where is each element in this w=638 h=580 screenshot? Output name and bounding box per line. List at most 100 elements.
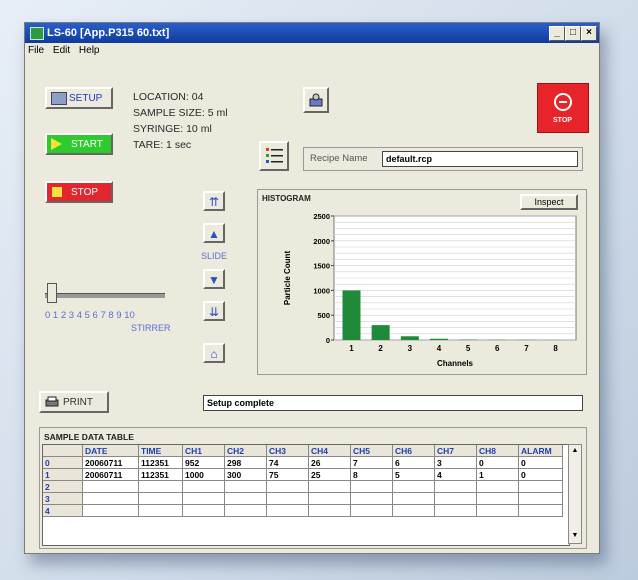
column-header[interactable]: CH4	[309, 445, 351, 457]
table-cell[interactable]: 8	[351, 469, 393, 481]
table-cell[interactable]: 20060711	[83, 457, 139, 469]
table-cell[interactable]	[351, 505, 393, 517]
table-cell[interactable]: 4	[435, 469, 477, 481]
table-cell[interactable]: 25	[309, 469, 351, 481]
table-cell[interactable]: 0	[477, 457, 519, 469]
table-cell[interactable]: 1000	[183, 469, 225, 481]
table-cell[interactable]: 7	[351, 457, 393, 469]
table-cell[interactable]	[519, 493, 563, 505]
table-cell[interactable]	[393, 481, 435, 493]
close-button[interactable]: ×	[581, 26, 597, 41]
stop-button[interactable]: STOP	[45, 181, 113, 203]
slide-down-button[interactable]: ▼	[203, 269, 225, 289]
slide-up-button[interactable]: ▲	[203, 223, 225, 243]
column-header[interactable]: CH6	[393, 445, 435, 457]
table-cell[interactable]	[267, 505, 309, 517]
scroll-up-icon[interactable]: ▲	[570, 446, 580, 456]
table-cell[interactable]	[225, 505, 267, 517]
start-button[interactable]: START	[45, 133, 113, 155]
column-header[interactable]: DATE	[83, 445, 139, 457]
maximize-button[interactable]: □	[565, 26, 581, 41]
table-cell[interactable]: 952	[183, 457, 225, 469]
table-cell[interactable]	[351, 493, 393, 505]
column-header[interactable]: TIME	[139, 445, 183, 457]
row-header[interactable]: 2	[43, 481, 83, 493]
table-corner[interactable]	[43, 445, 83, 457]
table-cell[interactable]	[477, 481, 519, 493]
table-cell[interactable]: 1	[477, 469, 519, 481]
table-cell[interactable]: 3	[435, 457, 477, 469]
table-cell[interactable]	[393, 493, 435, 505]
table-cell[interactable]	[83, 505, 139, 517]
table-cell[interactable]	[83, 481, 139, 493]
emergency-stop-button[interactable]: STOP	[537, 83, 589, 133]
table-scrollbar[interactable]: ▲ ▼	[568, 444, 582, 544]
column-header[interactable]: CH3	[267, 445, 309, 457]
slide-home-button[interactable]: ⌂	[203, 343, 225, 363]
table-cell[interactable]: 6	[393, 457, 435, 469]
table-cell[interactable]	[267, 493, 309, 505]
slide-bottom-button[interactable]: ⇊	[203, 301, 225, 321]
row-header[interactable]: 0	[43, 457, 83, 469]
column-header[interactable]: CH8	[477, 445, 519, 457]
column-header[interactable]: CH2	[225, 445, 267, 457]
table-cell[interactable]	[83, 493, 139, 505]
row-header[interactable]: 4	[43, 505, 83, 517]
settings-button[interactable]	[303, 87, 329, 113]
print-button[interactable]: PRINT	[39, 391, 109, 413]
table-cell[interactable]	[267, 481, 309, 493]
table-cell[interactable]: 112351	[139, 469, 183, 481]
table-cell[interactable]: 5	[393, 469, 435, 481]
table-cell[interactable]	[225, 481, 267, 493]
table-cell[interactable]	[139, 505, 183, 517]
title-bar[interactable]: LS-60 [App.P315 60.txt] _ □ ×	[25, 23, 599, 43]
table-cell[interactable]	[139, 493, 183, 505]
double-up-arrow-icon: ⇈	[208, 195, 220, 209]
menu-edit[interactable]: Edit	[53, 45, 70, 56]
table-cell[interactable]	[477, 493, 519, 505]
row-header[interactable]: 3	[43, 493, 83, 505]
table-cell[interactable]	[183, 505, 225, 517]
table-cell[interactable]	[309, 481, 351, 493]
recipe-list-button[interactable]	[259, 141, 289, 171]
table-cell[interactable]	[477, 505, 519, 517]
table-cell[interactable]	[183, 493, 225, 505]
stirrer-slider-handle[interactable]	[47, 283, 57, 303]
table-cell[interactable]	[435, 493, 477, 505]
column-header[interactable]: CH7	[435, 445, 477, 457]
minimize-button[interactable]: _	[549, 26, 565, 41]
table-cell[interactable]: 26	[309, 457, 351, 469]
menu-help[interactable]: Help	[79, 45, 100, 56]
table-cell[interactable]: 300	[225, 469, 267, 481]
row-header[interactable]: 1	[43, 469, 83, 481]
table-cell[interactable]: 298	[225, 457, 267, 469]
column-header[interactable]: CH1	[183, 445, 225, 457]
table-cell[interactable]	[519, 481, 563, 493]
x-tick-label: 4	[437, 344, 442, 353]
slide-top-button[interactable]: ⇈	[203, 191, 225, 211]
column-header[interactable]: ALARM	[519, 445, 563, 457]
table-cell[interactable]: 20060711	[83, 469, 139, 481]
table-cell[interactable]	[139, 481, 183, 493]
table-cell[interactable]	[393, 505, 435, 517]
table-cell[interactable]: 0	[519, 469, 563, 481]
sample-data-table[interactable]: DATE TIME CH1 CH2 CH3 CH4 CH5 CH6 CH7 CH8 ALARM 0 20…	[42, 444, 570, 546]
table-cell[interactable]	[183, 481, 225, 493]
table-cell[interactable]	[309, 493, 351, 505]
table-cell[interactable]	[225, 493, 267, 505]
scroll-down-icon[interactable]: ▼	[570, 531, 580, 541]
table-cell[interactable]	[435, 481, 477, 493]
table-cell[interactable]: 75	[267, 469, 309, 481]
table-cell[interactable]: 112351	[139, 457, 183, 469]
recipe-name-field[interactable]: default.rcp	[382, 151, 578, 167]
table-cell[interactable]: 74	[267, 457, 309, 469]
table-cell[interactable]: 0	[519, 457, 563, 469]
computer-icon	[51, 92, 67, 105]
table-cell[interactable]	[351, 481, 393, 493]
table-cell[interactable]	[309, 505, 351, 517]
column-header[interactable]: CH5	[351, 445, 393, 457]
table-cell[interactable]	[435, 505, 477, 517]
menu-file[interactable]: File	[28, 45, 44, 56]
setup-button[interactable]: SETUP	[45, 87, 113, 109]
table-cell[interactable]	[519, 505, 563, 517]
